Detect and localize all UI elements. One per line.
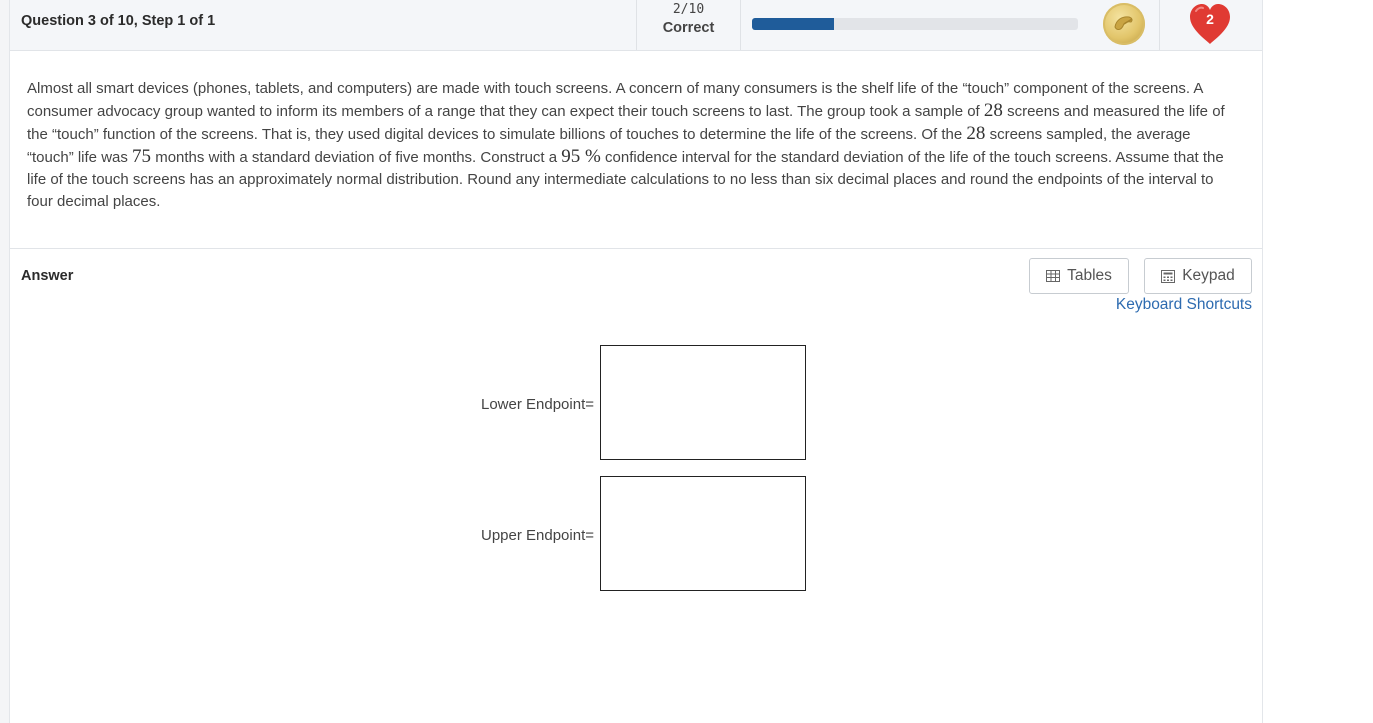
score-fraction: 2/10 — [672, 2, 705, 17]
sample-size-value: 28 — [983, 100, 1003, 121]
score-label: Correct — [662, 20, 715, 36]
confidence-level-value: 95 % — [561, 146, 601, 167]
lower-endpoint-input[interactable] — [600, 345, 806, 460]
upper-endpoint-label: Upper Endpoint= — [481, 527, 594, 544]
section-divider — [10, 248, 1262, 249]
question-text: Almost all smart devices (phones, tablet… — [27, 78, 1232, 213]
calculator-icon — [1161, 269, 1176, 283]
left-gutter — [0, 0, 9, 723]
tables-button-label: Tables — [1067, 267, 1112, 284]
progress-bar — [752, 18, 1078, 30]
upper-endpoint-input[interactable] — [600, 476, 806, 591]
right-gutter — [1263, 0, 1373, 723]
keypad-button-label: Keypad — [1182, 267, 1235, 284]
lives-count: 2 — [1206, 11, 1214, 27]
header-divider — [1159, 0, 1160, 50]
keypad-button[interactable]: Keypad — [1144, 258, 1252, 294]
tables-button[interactable]: Tables — [1029, 258, 1129, 294]
question-text-part: months with a standard deviation of five… — [151, 149, 562, 166]
question-panel: Question 3 of 10, Step 1 of 1 2/10 Corre… — [9, 0, 1263, 723]
coin-icon — [1103, 3, 1145, 45]
mean-value: 75 — [132, 146, 152, 167]
answer-heading: Answer — [21, 268, 74, 284]
question-title: Question 3 of 10, Step 1 of 1 — [21, 13, 216, 29]
progress-bar-fill — [752, 18, 834, 30]
sample-size-value: 28 — [966, 123, 986, 144]
table-grid-icon — [1046, 270, 1061, 282]
coin-emblem-icon — [1114, 16, 1133, 30]
score-box: 2/10 Correct — [636, 0, 741, 50]
lower-endpoint-label: Lower Endpoint= — [481, 396, 594, 413]
keyboard-shortcuts-link[interactable]: Keyboard Shortcuts — [1110, 296, 1252, 314]
question-header: Question 3 of 10, Step 1 of 1 2/10 Corre… — [10, 0, 1262, 51]
